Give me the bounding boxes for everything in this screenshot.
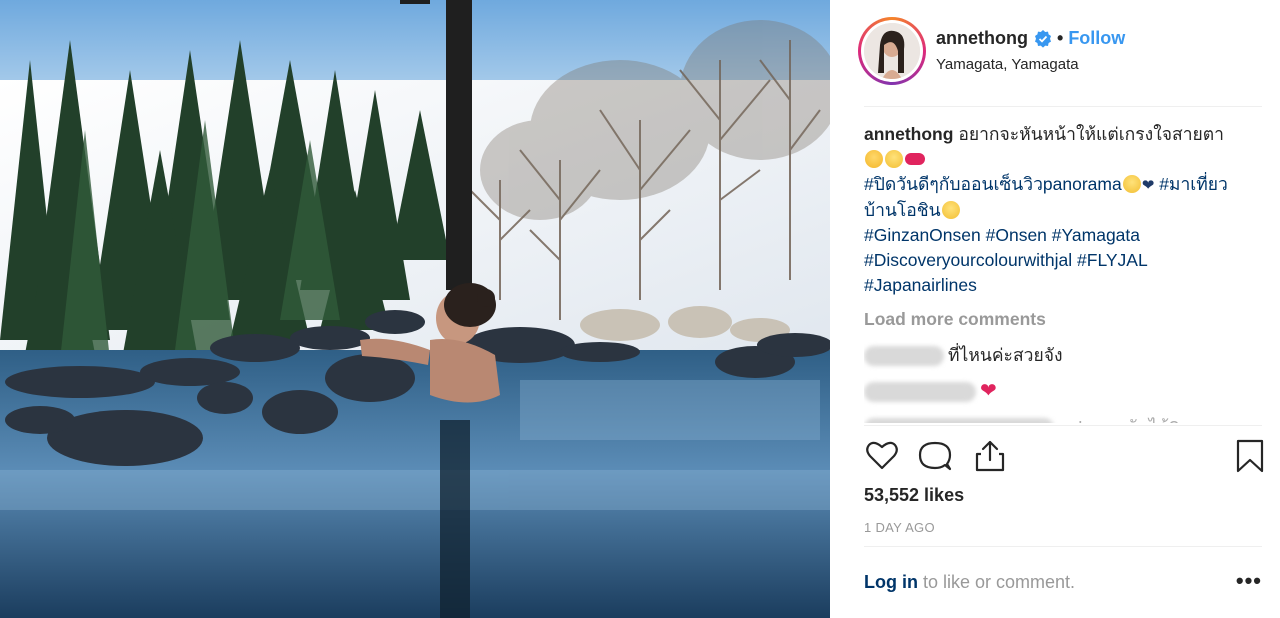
share-icon[interactable]	[972, 438, 1008, 474]
heart-emoji-comment: ❤	[980, 380, 997, 402]
comments-divider	[864, 425, 1262, 426]
caption: annethong อยากจะหันหน้าให้แต่เกรงใจสายตา…	[864, 122, 1234, 298]
comment-row: รอ! ...ขนกันไม้?	[864, 415, 1234, 423]
hashtag-link[interactable]: #Onsen	[986, 225, 1047, 245]
blurred-username[interactable]	[864, 345, 944, 366]
footer-divider	[864, 546, 1262, 547]
caption-text: อยากจะหันหน้าให้แต่เกรงใจสายตา	[958, 124, 1224, 144]
laughing-emoji-icon	[865, 150, 883, 168]
hashtag-link[interactable]: #Japanairlines	[864, 275, 977, 295]
comment-text: รอ! ...ขนกันไม้?	[1058, 415, 1179, 423]
heart-icon[interactable]	[864, 438, 900, 474]
location-link[interactable]: Yamagata, Yamagata	[936, 56, 1079, 73]
login-suffix: to like or comment.	[917, 572, 1076, 592]
separator-dot: •	[1057, 28, 1064, 48]
story-ring[interactable]	[858, 17, 926, 85]
follow-button[interactable]: Follow	[1068, 28, 1125, 49]
post-sidebar: annethong • Follow Yamagata, Yamagata an…	[830, 0, 1280, 618]
more-options-icon[interactable]: •••	[1236, 570, 1262, 592]
comment-text: ที่ไหนค่ะสวยจัง	[948, 345, 1063, 365]
hashtag-link[interactable]: #Yamagata	[1052, 225, 1140, 245]
bookmark-icon[interactable]	[1232, 438, 1268, 474]
smile-emoji-icon	[885, 150, 903, 168]
comment-row: ที่ไหนค่ะสวยจัง	[864, 343, 1234, 368]
smile-emoji-icon	[941, 201, 960, 219]
likes-count[interactable]: 53,552 likes	[864, 485, 964, 506]
login-prompt: Log in to like or comment. •••	[864, 570, 1262, 593]
username[interactable]: annethong	[936, 28, 1028, 49]
post-photo	[0, 0, 830, 618]
post-header: annethong • Follow Yamagata, Yamagata	[858, 16, 1262, 86]
comments-section: annethong อยากจะหันหน้าให้แต่เกรงใจสายตา…	[864, 122, 1234, 423]
load-more-comments-button[interactable]: Load more comments	[864, 307, 1234, 332]
blurred-username[interactable]	[864, 417, 1054, 423]
caption-username[interactable]: annethong	[864, 124, 953, 144]
kiss-lips-emoji-icon	[905, 153, 925, 165]
comment-row: ❤	[864, 379, 1234, 404]
navy-heart-emoji-icon: ❤	[1141, 177, 1155, 194]
verified-badge-icon	[1034, 29, 1052, 48]
hashtag-link[interactable]: #Discoveryourcolourwithjal	[864, 250, 1072, 270]
action-bar	[864, 438, 1264, 478]
blurred-username[interactable]	[864, 381, 976, 402]
avatar[interactable]	[864, 23, 920, 79]
comment-icon[interactable]	[917, 438, 953, 474]
login-link[interactable]: Log in	[864, 572, 918, 592]
hashtag-link[interactable]: #ปิดวันดีๆกับออนเซ็นวิวpanorama	[864, 174, 1122, 194]
header-divider	[864, 106, 1262, 107]
post-timestamp[interactable]: 1 DAY AGO	[864, 520, 935, 535]
hashtag-link[interactable]: #FLYJAL	[1077, 250, 1148, 270]
smile-emoji-icon	[1122, 175, 1141, 193]
hashtag-link[interactable]: #GinzanOnsen	[864, 225, 981, 245]
